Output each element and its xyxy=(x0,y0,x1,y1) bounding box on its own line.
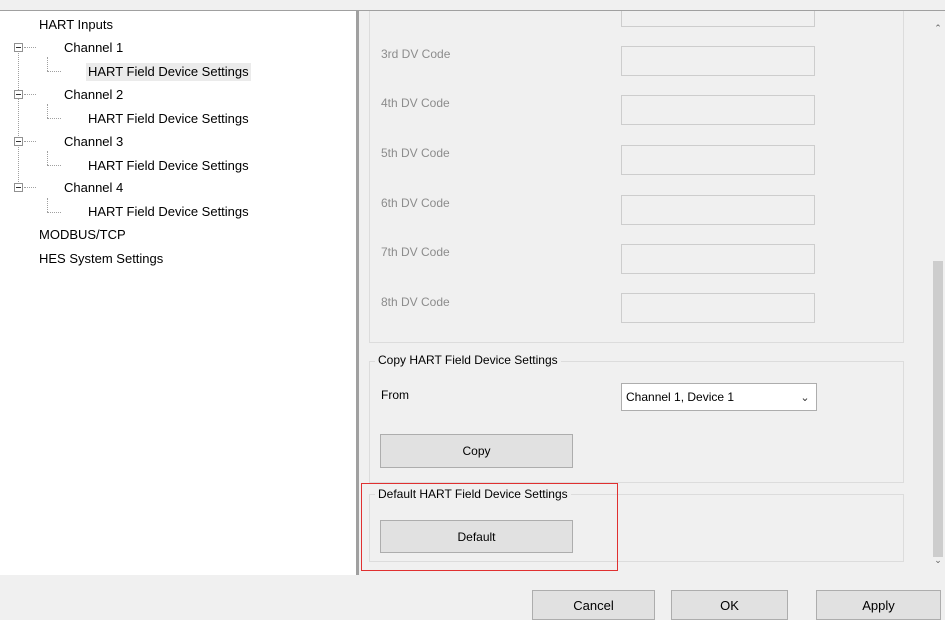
cancel-button[interactable]: Cancel xyxy=(532,590,655,620)
tree-item-hart-inputs[interactable]: HART Inputs xyxy=(37,16,115,34)
tree-connector xyxy=(24,47,36,48)
dv-code-3-label: 3rd DV Code xyxy=(381,47,451,61)
tree-item-channel-4[interactable]: Channel 4 xyxy=(62,179,125,197)
tree-item-channel-3[interactable]: Channel 3 xyxy=(62,133,125,151)
dv-code-7-field xyxy=(621,244,815,274)
dv-code-5-label: 5th DV Code xyxy=(381,146,450,160)
from-label: From xyxy=(381,388,409,402)
tree-child-line xyxy=(47,104,48,118)
dv-code-7-label: 7th DV Code xyxy=(381,245,450,259)
collapse-icon[interactable] xyxy=(14,137,23,146)
chevron-down-icon: ⌄ xyxy=(800,391,810,404)
vertical-scrollbar[interactable]: ⌃ ⌄ xyxy=(931,11,945,575)
dv-code-6-label: 6th DV Code xyxy=(381,196,450,210)
tree-item-channel-2[interactable]: Channel 2 xyxy=(62,86,125,104)
tree-connector xyxy=(24,94,36,95)
dv-code-5-field xyxy=(621,145,815,175)
tree-child-line xyxy=(47,57,48,71)
dv-code-8-label: 8th DV Code xyxy=(381,295,450,309)
tree-item-ch1-hart-field-device-settings[interactable]: HART Field Device Settings xyxy=(86,63,251,81)
from-device-select[interactable]: Channel 1, Device 1 ⌄ xyxy=(621,383,817,411)
collapse-icon[interactable] xyxy=(14,43,23,52)
tree-child-line xyxy=(47,198,48,212)
tree-connector xyxy=(24,187,36,188)
copy-button[interactable]: Copy xyxy=(380,434,573,468)
scroll-up-icon[interactable]: ⌃ xyxy=(931,23,945,34)
dv-code-3-field xyxy=(621,46,815,76)
tree-item-ch3-hart-field-device-settings[interactable]: HART Field Device Settings xyxy=(86,157,251,175)
dialog-footer: Cancel OK Apply xyxy=(0,575,945,620)
tree-connector xyxy=(24,141,36,142)
tree-child-connector xyxy=(47,71,61,72)
dv-code-6-field xyxy=(621,195,815,225)
settings-tree: HART Inputs Channel 1 HART Field Device … xyxy=(0,11,356,575)
copy-settings-title: Copy HART Field Device Settings xyxy=(375,353,561,367)
tree-child-line xyxy=(47,151,48,165)
from-device-value: Channel 1, Device 1 xyxy=(626,390,735,404)
ok-button[interactable]: OK xyxy=(671,590,788,620)
tree-item-ch2-hart-field-device-settings[interactable]: HART Field Device Settings xyxy=(86,110,251,128)
dv-code-4-label: 4th DV Code xyxy=(381,96,450,110)
tree-child-connector xyxy=(47,212,61,213)
collapse-icon[interactable] xyxy=(14,90,23,99)
apply-button[interactable]: Apply xyxy=(816,590,941,620)
collapse-icon[interactable] xyxy=(14,183,23,192)
tree-item-channel-1[interactable]: Channel 1 xyxy=(62,39,125,57)
dv-code-8-field xyxy=(621,293,815,323)
tree-child-connector xyxy=(47,165,61,166)
tree-child-connector xyxy=(47,118,61,119)
tree-item-ch4-hart-field-device-settings[interactable]: HART Field Device Settings xyxy=(86,203,251,221)
tree-item-hes-system-settings[interactable]: HES System Settings xyxy=(37,250,165,268)
dv-code-field xyxy=(621,11,815,27)
highlight-box xyxy=(361,483,618,571)
scroll-down-icon[interactable]: ⌄ xyxy=(931,555,945,566)
tree-root-line xyxy=(18,48,19,190)
tree-item-modbus-tcp[interactable]: MODBUS/TCP xyxy=(37,226,128,244)
scrollbar-thumb[interactable] xyxy=(933,261,943,557)
dv-code-4-field xyxy=(621,95,815,125)
